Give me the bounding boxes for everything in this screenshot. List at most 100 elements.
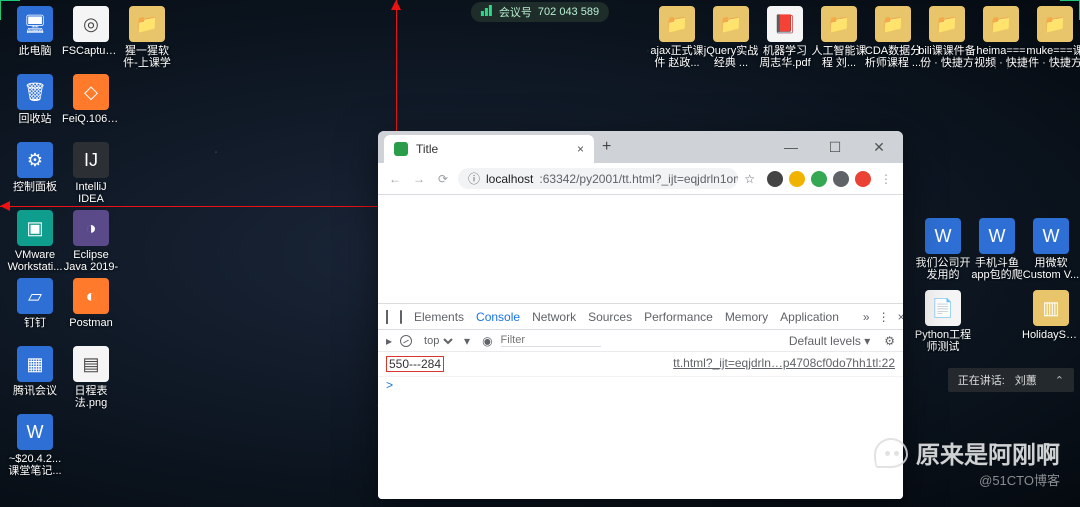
devtools-tabs: Elements Console Network Sources Performance… bbox=[378, 304, 903, 330]
extension-icon[interactable] bbox=[855, 171, 871, 187]
devtools-tab-console[interactable]: Console bbox=[476, 310, 520, 324]
tab-title: Title bbox=[416, 142, 438, 156]
desktop-icon[interactable]: 📁heima===视频 · 快捷方式 bbox=[972, 6, 1030, 69]
desktop-icon[interactable]: 📁muke===课件 · 快捷方式 bbox=[1026, 6, 1080, 69]
desktop-icon[interactable]: ▦腾讯会议 bbox=[6, 346, 64, 397]
window-close-button[interactable]: ✕ bbox=[861, 139, 897, 156]
file-icon: ◎ bbox=[73, 6, 109, 42]
browser-tab[interactable]: Title × bbox=[384, 135, 594, 163]
desktop-icon[interactable]: ▥HolidaySp... bbox=[1022, 290, 1080, 341]
annotation-arrow-horizontal bbox=[0, 206, 413, 207]
device-toggle-icon[interactable] bbox=[400, 310, 402, 324]
extension-icon[interactable] bbox=[767, 171, 783, 187]
file-icon: ◑ bbox=[73, 210, 109, 246]
file-icon: W bbox=[1033, 218, 1069, 254]
window-minimize-button[interactable]: — bbox=[773, 139, 809, 156]
desktop-icon[interactable]: IJIntelliJ IDEA 2018.2.1 ... bbox=[62, 142, 120, 205]
file-icon: ▦ bbox=[17, 346, 53, 382]
desktop-icon[interactable]: 📄Python工程师测试题.pdf bbox=[914, 290, 972, 353]
desktop-icon[interactable]: 📁ajax正式课件 赵政... bbox=[648, 6, 706, 69]
context-select[interactable]: top bbox=[420, 334, 456, 348]
devtools-tab-memory[interactable]: Memory bbox=[725, 310, 768, 324]
desktop-icon[interactable]: 📁猩一猩软件-上课学生不... bbox=[118, 6, 176, 69]
desktop-icon[interactable]: ▣VMware Workstati... bbox=[6, 210, 64, 273]
tab-close-icon[interactable]: × bbox=[577, 142, 584, 156]
console-filter-input[interactable] bbox=[501, 334, 601, 347]
desktop-icon[interactable]: 📁人工智能课程 刘... bbox=[810, 6, 868, 69]
devtools-tab-sources[interactable]: Sources bbox=[588, 310, 632, 324]
desktop-icon-label: 回收站 bbox=[6, 113, 64, 125]
desktop-icon-label: 此电脑 bbox=[6, 45, 64, 57]
devtools-tab-network[interactable]: Network bbox=[532, 310, 576, 324]
url-host: localhost bbox=[486, 172, 533, 186]
desktop-icon[interactable]: ◎FSCapture... bbox=[62, 6, 120, 57]
devtools-overflow-icon[interactable]: » bbox=[863, 310, 870, 324]
desktop-icon[interactable]: W手机斗鱼app包的爬取.d... bbox=[968, 218, 1026, 281]
element-picker-icon[interactable] bbox=[386, 310, 388, 324]
page-content bbox=[378, 195, 903, 303]
watermark-sub: @51CTO博客 bbox=[874, 470, 1060, 489]
live-expression-icon[interactable]: ◉ bbox=[482, 334, 492, 348]
desktop-icon[interactable]: 📁 bili课课件备份 · 快捷方式 bbox=[918, 6, 976, 69]
file-icon: 📁 bbox=[929, 6, 965, 42]
url-field[interactable]: ⓘ localhost:63342/py2001/tt.html?_ijt=eq… bbox=[458, 168, 738, 189]
devtools-tab-performance[interactable]: Performance bbox=[644, 310, 713, 324]
desktop-icon-label: muke===课件 · 快捷方式 bbox=[1026, 45, 1080, 69]
chrome-window: Title × + — ☐ ✕ ← → ⟳ ⓘ localhost:63342/… bbox=[378, 131, 903, 499]
presenter-toast: 正在讲话: 刘蕙 ⌃ bbox=[948, 368, 1074, 392]
extension-icon[interactable] bbox=[833, 171, 849, 187]
window-maximize-button[interactable]: ☐ bbox=[817, 139, 853, 156]
desktop-icon[interactable]: ◐Postman bbox=[62, 278, 120, 329]
signal-bars-icon bbox=[481, 5, 493, 19]
nav-reload-button[interactable]: ⟳ bbox=[434, 172, 452, 186]
devtools-menu-icon[interactable]: ⋮ bbox=[878, 310, 890, 324]
meeting-label: 会议号 bbox=[499, 4, 532, 20]
desktop-icon[interactable]: 📕机器学习 周志华.pdf bbox=[756, 6, 814, 69]
file-icon: W bbox=[17, 414, 53, 450]
chat-bubble-icon bbox=[874, 438, 908, 468]
extension-icon[interactable] bbox=[811, 171, 827, 187]
bookmark-star-icon[interactable]: ☆ bbox=[744, 172, 755, 186]
desktop-icon-label: bili课课件备份 · 快捷方式 bbox=[918, 45, 976, 69]
file-icon: W bbox=[925, 218, 961, 254]
desktop-icon-label: Postman bbox=[62, 317, 120, 329]
console-prompt[interactable]: > bbox=[378, 377, 903, 395]
log-levels-dropdown[interactable]: Default levels ▾ bbox=[789, 334, 870, 348]
desktop-icon[interactable]: ◑Eclipse Java 2019-09 bbox=[62, 210, 120, 273]
console-settings-icon[interactable]: ⚙ bbox=[884, 334, 895, 348]
file-icon: 📁 bbox=[659, 6, 695, 42]
desktop-icon[interactable]: 🖥此电脑 bbox=[6, 6, 64, 57]
toast-collapse-icon[interactable]: ⌃ bbox=[1055, 374, 1064, 387]
file-icon: 📁 bbox=[821, 6, 857, 42]
console-log-row: 550---284 tt.html?_ijt=eqjdrln…p4708cf0d… bbox=[378, 352, 903, 377]
file-icon: ⚙ bbox=[17, 142, 53, 178]
desktop-icon[interactable]: 🗑回收站 bbox=[6, 74, 64, 125]
watermark-main: 原来是阿刚啊 bbox=[916, 435, 1060, 470]
nav-back-button[interactable]: ← bbox=[386, 172, 404, 186]
devtools-tab-elements[interactable]: Elements bbox=[414, 310, 464, 324]
desktop-icon[interactable]: 📁jQuery实战 经典 ... bbox=[702, 6, 760, 69]
desktop-icon[interactable]: ⚙ 控制面板 bbox=[6, 142, 64, 193]
clear-console-icon[interactable] bbox=[400, 335, 412, 347]
extension-icon[interactable] bbox=[789, 171, 805, 187]
nav-forward-button[interactable]: → bbox=[410, 172, 428, 186]
desktop-icon[interactable]: W~$20.4.2... 课堂笔记... bbox=[6, 414, 64, 477]
menu-icon[interactable]: ⋮ bbox=[877, 172, 895, 186]
desktop-icon[interactable]: ◇FeiQ.1060... bbox=[62, 74, 120, 125]
desktop-icon[interactable]: 📁CDA数据分析师课程 ... bbox=[864, 6, 922, 69]
devtools-close-icon[interactable]: × bbox=[898, 310, 903, 324]
desktop-icon-label: 控制面板 bbox=[6, 181, 64, 193]
desktop-icon-label: VMware Workstati... bbox=[6, 249, 64, 273]
desktop-icon-label: 猩一猩软件-上课学生不... bbox=[118, 45, 176, 69]
desktop-icon[interactable]: ▱钉钉 bbox=[6, 278, 64, 329]
desktop-icon[interactable]: W我们公司开发用的git+gi... bbox=[914, 218, 972, 281]
console-sidebar-toggle-icon[interactable]: ▸ bbox=[386, 334, 392, 348]
window-controls: — ☐ ✕ bbox=[773, 139, 897, 156]
desktop-icon[interactable]: ▤日程表法.png bbox=[62, 346, 120, 409]
desktop-icon[interactable]: W用微软 Custom V... bbox=[1022, 218, 1080, 281]
devtools-panel: Elements Console Network Sources Performance… bbox=[378, 303, 903, 499]
new-tab-button[interactable]: + bbox=[602, 138, 611, 156]
console-log-source-link[interactable]: tt.html?_ijt=eqjdrln…p4708cf0do7hh1tl:22 bbox=[673, 356, 895, 372]
file-icon: 📁 bbox=[983, 6, 1019, 42]
devtools-tab-application[interactable]: Application bbox=[780, 310, 839, 324]
